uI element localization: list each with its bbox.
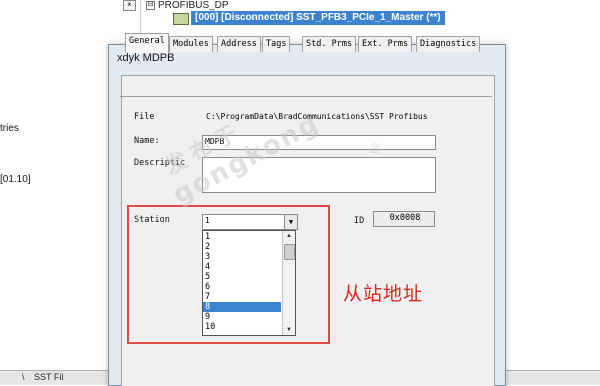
tab-modules[interactable]: Modules bbox=[169, 36, 213, 52]
collapse-icon[interactable]: ⊟ bbox=[146, 0, 155, 10]
bottom-text-1: \ bbox=[22, 372, 25, 382]
tree-node-master-label[interactable]: [000] [Disconnected] SST_PFB3_PCIe_1_Mas… bbox=[191, 11, 445, 25]
tab-address[interactable]: Address bbox=[217, 36, 261, 52]
annotation-label: 从站地址 bbox=[343, 283, 424, 305]
device-icon bbox=[173, 13, 189, 25]
name-field[interactable]: MDPB bbox=[202, 135, 436, 150]
left-fragment-2: [01.10] bbox=[0, 174, 31, 185]
description-label: Descriptic bbox=[134, 158, 186, 168]
tab-diagnostics[interactable]: Diagnostics bbox=[416, 36, 481, 52]
tab-general[interactable]: General bbox=[125, 33, 169, 53]
highlight-box bbox=[127, 205, 330, 344]
name-label: Name: bbox=[134, 136, 160, 146]
id-label: ID bbox=[354, 216, 365, 226]
file-path-value: C:\ProgramData\BradCommunications\SST Pr… bbox=[206, 112, 428, 121]
bottom-text-2: SST Fil bbox=[34, 372, 64, 382]
tab-tags[interactable]: Tags bbox=[262, 36, 291, 52]
id-value: 0x0008 bbox=[373, 211, 435, 227]
description-field[interactable] bbox=[202, 157, 436, 193]
tree-node-profibus[interactable]: ⊟ PROFIBUS_DP bbox=[146, 0, 229, 11]
dialog-title: xdyk MDPB bbox=[117, 52, 175, 64]
left-fragment-1: tries bbox=[0, 123, 19, 134]
tab-ext-prms[interactable]: Ext. Prms bbox=[358, 36, 413, 52]
close-icon[interactable]: × bbox=[123, 0, 136, 11]
watermark-registered-mark: ® bbox=[370, 140, 381, 156]
tab-strip-line bbox=[120, 96, 492, 97]
file-label: File bbox=[134, 112, 155, 122]
tree-node-label: PROFIBUS_DP bbox=[158, 0, 229, 11]
tab-std-prms[interactable]: Std. Prms bbox=[302, 36, 357, 52]
